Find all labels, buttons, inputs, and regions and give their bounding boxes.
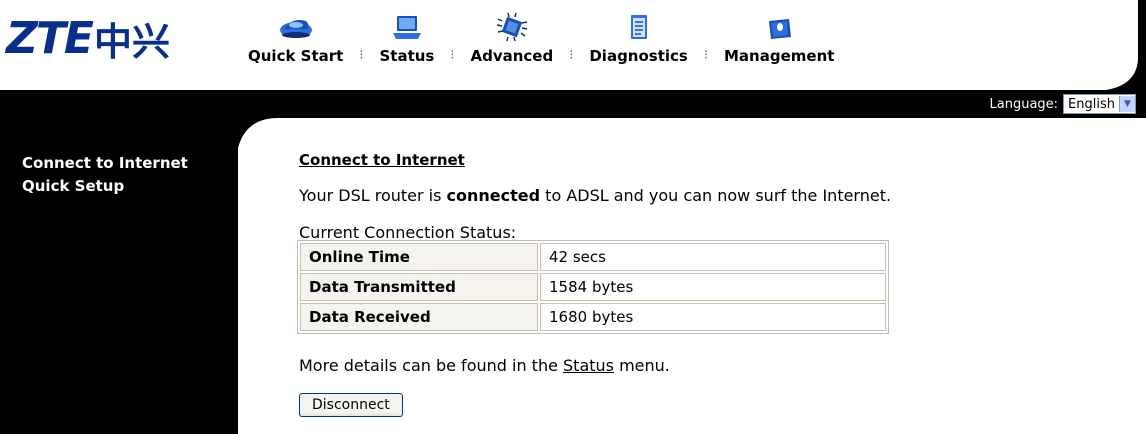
nav-label: Advanced <box>470 47 554 65</box>
content-corner-decoration <box>238 118 278 148</box>
nav-label: Status <box>379 47 435 65</box>
logo-latin: ZTE <box>6 12 94 64</box>
language-selector-group: Language: English ▼ <box>989 94 1136 114</box>
nav-advanced[interactable]: Advanced <box>460 13 563 68</box>
nav-diagnostics[interactable]: Diagnostics <box>579 13 698 68</box>
row-value: 42 secs <box>540 243 886 271</box>
table-row: Online Time 42 secs <box>300 243 886 271</box>
zte-logo: ZTE 中兴 <box>6 10 170 66</box>
nav-status[interactable]: Status <box>369 13 444 68</box>
connection-message: Your DSL router is connected to ADSL and… <box>299 186 891 205</box>
nav-management[interactable]: Management <box>714 13 844 68</box>
details-note: More details can be found in the Status … <box>299 356 670 375</box>
status-link[interactable]: Status <box>563 356 614 375</box>
clipboard-icon <box>630 15 647 39</box>
nav-separator: ⁝ <box>569 48 574 63</box>
row-label: Data Transmitted <box>300 273 538 301</box>
nav-label: Management <box>724 47 835 65</box>
nav-label: Quick Start <box>248 47 344 65</box>
row-value: 1680 bytes <box>540 303 886 331</box>
header-curve-decoration <box>1106 0 1146 92</box>
page-title: Connect to Internet <box>299 151 465 169</box>
details-text: More details can be found in the <box>299 356 564 375</box>
disconnect-button[interactable]: Disconnect <box>299 393 403 417</box>
nav-quick-start[interactable]: Quick Start <box>238 13 353 68</box>
row-value: 1584 bytes <box>540 273 886 301</box>
nav-separator: ⁝ <box>703 48 708 63</box>
nav-label: Diagnostics <box>589 47 688 65</box>
table-row: Data Transmitted 1584 bytes <box>300 273 886 301</box>
car-icon <box>279 20 312 38</box>
language-label: Language: <box>989 96 1059 112</box>
main-nav: Quick Start ⁝ Status ⁝ Advanced ⁝ Diagno… <box>238 6 844 68</box>
message-connected: connected <box>446 186 541 205</box>
row-label: Data Received <box>300 303 538 331</box>
laptop-icon <box>392 16 421 39</box>
briefcase-icon <box>769 19 792 39</box>
sidebar-item-quick-setup[interactable]: Quick Setup <box>22 175 238 198</box>
top-bar: Language: English ▼ <box>0 90 1146 118</box>
message-text: Your DSL router is <box>299 186 447 205</box>
chip-icon <box>496 13 527 41</box>
nav-separator: ⁝ <box>359 48 364 63</box>
chevron-down-icon[interactable]: ▼ <box>1119 96 1135 112</box>
sidebar-item-connect-to-internet[interactable]: Connect to Internet <box>22 152 238 175</box>
row-label: Online Time <box>300 243 538 271</box>
nav-separator: ⁝ <box>450 48 455 63</box>
details-text: menu. <box>614 356 670 375</box>
logo-chinese: 中兴 <box>93 19 170 64</box>
language-select[interactable]: English ▼ <box>1063 94 1136 114</box>
connection-status-table: Online Time 42 secs Data Transmitted 158… <box>297 240 889 334</box>
sidebar: Connect to Internet Quick Setup <box>0 118 238 434</box>
language-selected-value: English <box>1068 96 1115 112</box>
message-text: to ADSL and you can now surf the Interne… <box>540 186 892 205</box>
table-row: Data Received 1680 bytes <box>300 303 886 331</box>
